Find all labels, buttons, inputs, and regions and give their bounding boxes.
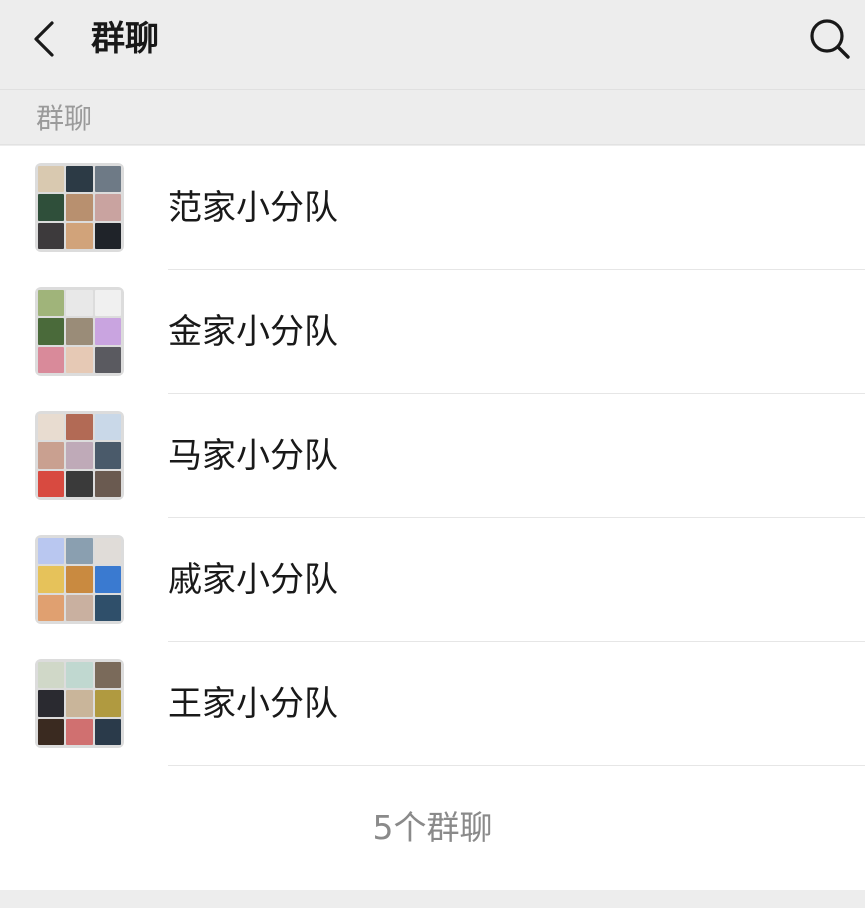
member-avatar-thumbnail (38, 414, 65, 441)
group-name: 王家小分队 (168, 684, 338, 724)
member-avatar-thumbnail (38, 690, 65, 717)
chevron-left-icon (34, 21, 54, 57)
list-item[interactable]: 王家小分队 (0, 642, 865, 766)
member-avatar-thumbnail (66, 318, 93, 345)
member-avatar-thumbnail (38, 290, 65, 317)
member-avatar-thumbnail (94, 318, 121, 345)
group-count: 5个群聊 (372, 808, 493, 847)
member-avatar-thumbnail (94, 594, 121, 621)
search-icon (810, 19, 850, 59)
member-avatar-thumbnail (94, 290, 121, 317)
member-avatar-thumbnail (38, 222, 65, 249)
member-avatar-thumbnail (66, 566, 93, 593)
member-avatar-thumbnail (94, 538, 121, 565)
member-avatar-thumbnail (66, 690, 93, 717)
member-avatar-thumbnail (38, 718, 65, 745)
member-avatar-thumbnail (94, 166, 121, 193)
section-label: 群聊 (36, 102, 93, 135)
back-button[interactable] (20, 14, 70, 64)
member-avatar-thumbnail (94, 470, 121, 497)
member-avatar-thumbnail (94, 718, 121, 745)
list-item[interactable]: 戚家小分队 (0, 518, 865, 642)
member-avatar-thumbnail (94, 662, 121, 689)
member-avatar-thumbnail (66, 290, 93, 317)
list-item[interactable]: 范家小分队 (0, 146, 865, 270)
member-avatar-thumbnail (38, 318, 65, 345)
member-avatar-thumbnail (38, 566, 65, 593)
member-avatar-thumbnail (66, 470, 93, 497)
group-avatar (35, 659, 124, 748)
member-avatar-thumbnail (66, 194, 93, 221)
member-avatar-thumbnail (38, 662, 65, 689)
member-avatar-thumbnail (38, 538, 65, 565)
member-avatar-thumbnail (38, 166, 65, 193)
list-item[interactable]: 金家小分队 (0, 270, 865, 394)
group-avatar (35, 287, 124, 376)
member-avatar-thumbnail (38, 194, 65, 221)
group-avatar (35, 411, 124, 500)
member-avatar-thumbnail (66, 594, 93, 621)
member-avatar-thumbnail (38, 594, 65, 621)
page-title: 群聊 (91, 19, 159, 59)
member-avatar-thumbnail (94, 194, 121, 221)
member-avatar-thumbnail (66, 442, 93, 469)
nav-bar: 群聊 (0, 0, 865, 90)
member-avatar-thumbnail (94, 690, 121, 717)
member-avatar-thumbnail (38, 442, 65, 469)
member-avatar-thumbnail (94, 414, 121, 441)
member-avatar-thumbnail (38, 346, 65, 373)
group-name: 金家小分队 (168, 312, 338, 352)
member-avatar-thumbnail (66, 662, 93, 689)
member-avatar-thumbnail (94, 222, 121, 249)
group-list: 范家小分队 金家小分队 马家小分队 戚家小分队 王家小分队 5个群聊 (0, 146, 865, 890)
member-avatar-thumbnail (94, 442, 121, 469)
bottom-spacer (0, 890, 865, 908)
section-header: 群聊 (0, 91, 865, 145)
member-avatar-thumbnail (66, 414, 93, 441)
member-avatar-thumbnail (94, 566, 121, 593)
member-avatar-thumbnail (38, 470, 65, 497)
member-avatar-thumbnail (66, 166, 93, 193)
member-avatar-thumbnail (66, 538, 93, 565)
member-avatar-thumbnail (66, 346, 93, 373)
group-name: 马家小分队 (168, 436, 338, 476)
member-avatar-thumbnail (94, 346, 121, 373)
search-button[interactable] (807, 16, 853, 62)
list-item[interactable]: 马家小分队 (0, 394, 865, 518)
member-avatar-thumbnail (66, 718, 93, 745)
group-avatar (35, 163, 124, 252)
group-name: 戚家小分队 (168, 560, 338, 600)
group-name: 范家小分队 (168, 188, 338, 228)
group-avatar (35, 535, 124, 624)
member-avatar-thumbnail (66, 222, 93, 249)
